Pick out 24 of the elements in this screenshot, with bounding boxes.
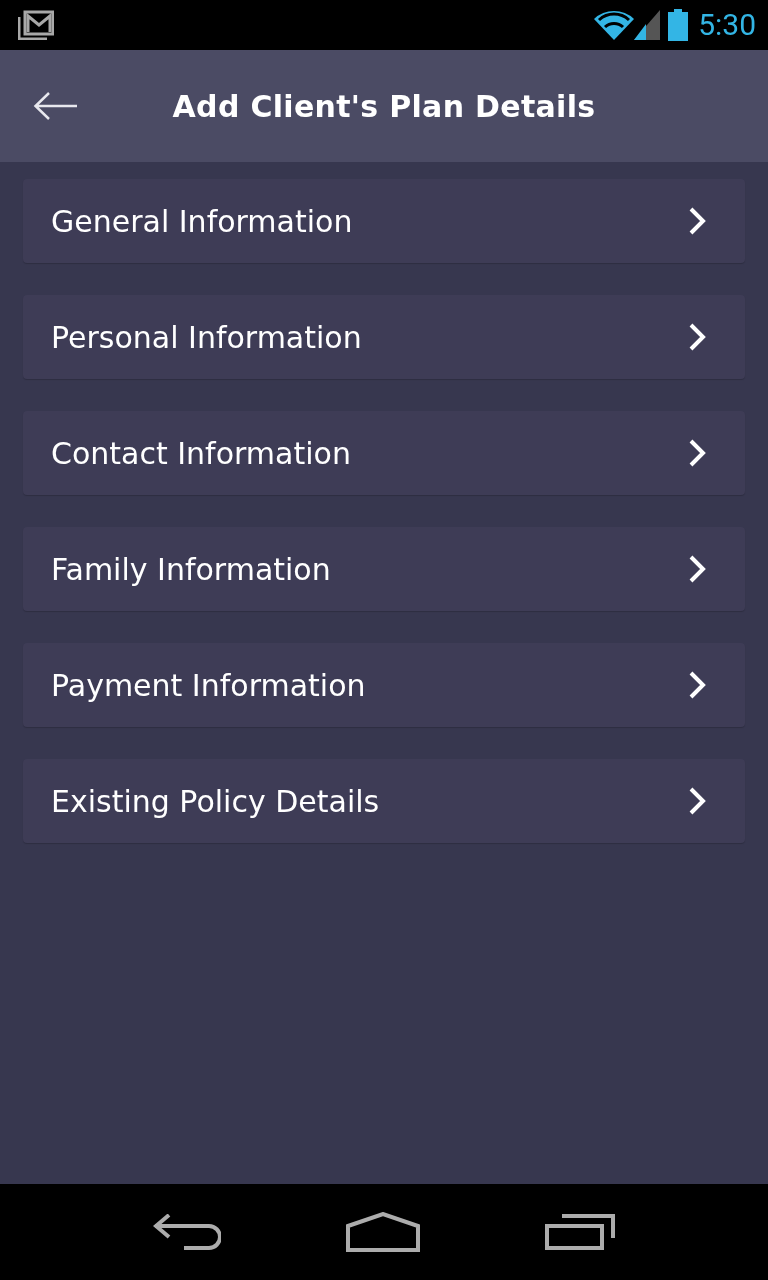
- chevron-right-icon: [687, 554, 707, 584]
- section-item[interactable]: General Information: [23, 179, 745, 263]
- chevron-right-icon: [687, 670, 707, 700]
- section-item[interactable]: Family Information: [23, 527, 745, 611]
- screen-title: Add Client's Plan Details: [172, 88, 596, 124]
- cell-signal-icon: [634, 10, 661, 40]
- nav-back-button[interactable]: [152, 1214, 221, 1250]
- nav-recents-button[interactable]: [545, 1214, 616, 1250]
- clock-time: 5:30: [698, 10, 756, 40]
- nav-home-button[interactable]: [346, 1212, 420, 1252]
- chevron-right-icon: [687, 322, 707, 352]
- mail-notification-icon: [18, 10, 54, 40]
- back-icon: [152, 1214, 221, 1250]
- recent-apps-icon: [545, 1214, 616, 1250]
- section-item[interactable]: Personal Information: [23, 295, 745, 379]
- section-item[interactable]: Existing Policy Details: [23, 759, 745, 843]
- battery-icon: [668, 9, 689, 41]
- chevron-right-icon: [687, 206, 707, 236]
- chevron-right-icon: [687, 786, 707, 816]
- chevron-right-icon: [687, 438, 707, 468]
- back-arrow-icon: [33, 91, 77, 121]
- home-icon: [346, 1212, 420, 1252]
- section-item[interactable]: Contact Information: [23, 411, 745, 495]
- section-item[interactable]: Payment Information: [23, 643, 745, 727]
